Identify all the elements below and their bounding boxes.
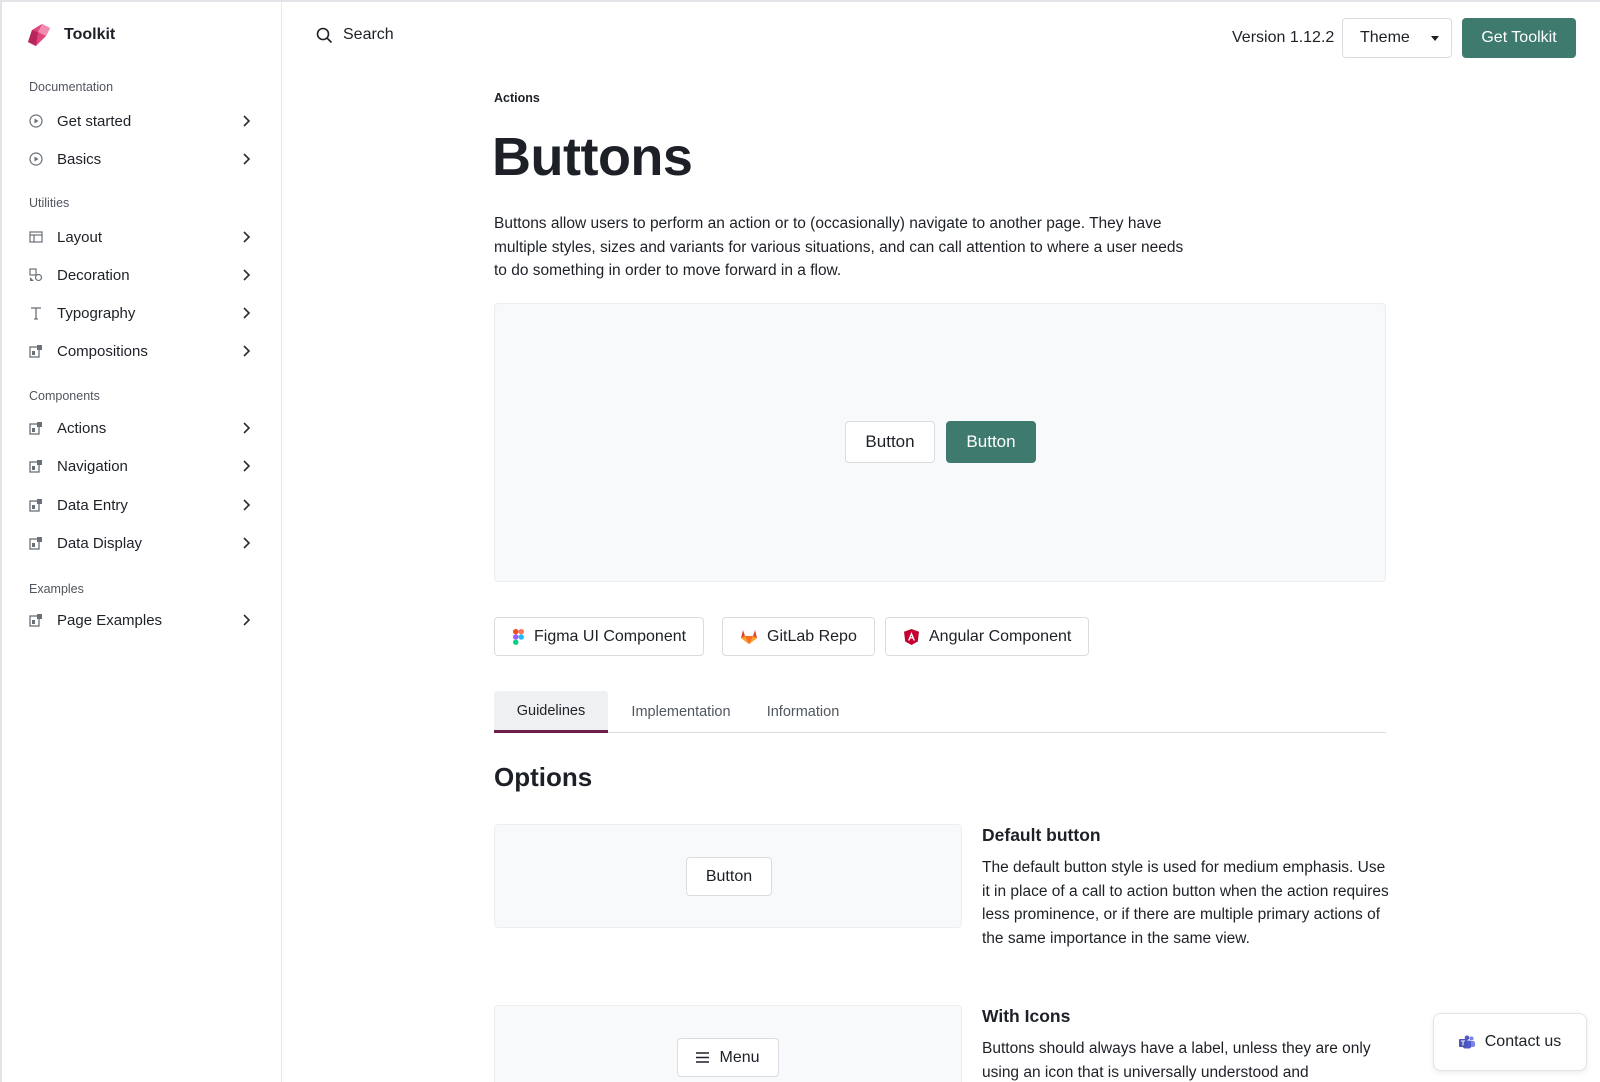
gitlab-link[interactable]: GitLab Repo (722, 617, 875, 656)
sidebar-item-label: Layout (57, 228, 103, 246)
example-menu-button[interactable]: Menu (677, 1038, 779, 1077)
section-title-examples: Examples (29, 582, 84, 596)
sidebar-item-basics[interactable]: Basics (20, 143, 260, 175)
example-default-button[interactable]: Button (686, 857, 772, 896)
section-title-utilities: Utilities (29, 196, 70, 210)
search-trigger[interactable]: Search (316, 26, 394, 44)
tab-information[interactable]: Information (753, 691, 853, 733)
option-title-default: Default button (982, 825, 1101, 845)
gitlab-link-label: GitLab Repo (767, 627, 857, 645)
component-icon (29, 613, 43, 627)
caret-down-icon (1431, 36, 1439, 41)
sidebar-item-label: Data Entry (57, 496, 128, 514)
sidebar-item-label: Compositions (57, 342, 148, 360)
chevron-right-icon (238, 458, 254, 474)
chevron-right-icon (238, 420, 254, 436)
tab-bar: Guidelines Implementation Information (494, 691, 1386, 733)
sidebar-item-label: Actions (57, 419, 107, 437)
layout-icon (29, 230, 43, 244)
chevron-right-icon (238, 497, 254, 513)
chevron-right-icon (238, 267, 254, 283)
options-heading: Options (494, 762, 593, 792)
tab-guidelines[interactable]: Guidelines (494, 691, 608, 733)
section-title-components: Components (29, 389, 100, 403)
component-icon (29, 498, 43, 512)
search-icon (316, 27, 333, 43)
chevron-right-icon (238, 535, 254, 551)
toolkit-logo-icon (28, 24, 50, 46)
brand-name: Toolkit (64, 26, 116, 43)
sidebar-item-compositions[interactable]: Compositions (20, 335, 260, 367)
component-icon (29, 459, 43, 473)
version-label: Version 1.12.2 (1232, 29, 1335, 46)
sidebar-item-get-started[interactable]: Get started (20, 105, 260, 137)
menu-button-label: Menu (719, 1048, 760, 1066)
option-desc-default: The default button style is used for med… (982, 859, 1389, 947)
theme-dropdown[interactable]: Theme (1342, 18, 1452, 58)
sidebar-item-label: Data Display (57, 534, 143, 552)
svg-text:T: T (1461, 1040, 1466, 1047)
contact-us-label: Contact us (1484, 1033, 1562, 1050)
get-toolkit-button[interactable]: Get Toolkit (1462, 18, 1576, 58)
teams-icon: T (1458, 1035, 1475, 1048)
chevron-right-icon (238, 113, 254, 129)
sidebar-item-decoration[interactable]: Decoration (20, 259, 260, 291)
figma-link[interactable]: Figma UI Component (494, 617, 705, 656)
tab-implementation[interactable]: Implementation (619, 691, 743, 733)
chevron-right-icon (238, 229, 254, 245)
chevron-right-icon (238, 612, 254, 628)
angular-link[interactable]: Angular Component (885, 617, 1090, 656)
with-icons-example: Menu (494, 1005, 962, 1082)
breadcrumb-category: Actions (494, 91, 540, 105)
sidebar-item-navigation[interactable]: Navigation (20, 450, 260, 482)
demo-primary-button[interactable]: Button (946, 421, 1036, 463)
brand[interactable]: Toolkit (28, 24, 115, 46)
option-title-icons: With Icons (982, 1006, 1071, 1026)
sidebar-item-label: Decoration (57, 266, 130, 284)
chevron-right-icon (238, 151, 254, 167)
sidebar-item-layout[interactable]: Layout (20, 221, 260, 253)
play-circle-icon (29, 152, 43, 166)
component-icon (29, 421, 43, 435)
decoration-icon (29, 268, 43, 282)
gitlab-icon (741, 630, 757, 644)
menu-icon (696, 1052, 710, 1063)
default-button-example: Button (494, 824, 962, 928)
component-icon (29, 536, 43, 550)
sidebar-item-data-entry[interactable]: Data Entry (20, 489, 260, 521)
sidebar-item-label: Typography (57, 304, 136, 322)
chevron-right-icon (238, 305, 254, 321)
play-circle-icon (29, 114, 43, 128)
contact-us-button[interactable]: T Contact us (1433, 1013, 1587, 1071)
sidebar-item-label: Get started (57, 112, 132, 130)
sidebar-item-data-display[interactable]: Data Display (20, 527, 260, 559)
component-icon (29, 344, 43, 358)
page-title: Buttons (492, 127, 693, 187)
sidebar-item-label: Page Examples (57, 611, 163, 629)
demo-default-button[interactable]: Button (845, 421, 935, 463)
option-desc-icons: Buttons should always have a label, unle… (982, 1040, 1371, 1081)
angular-link-label: Angular Component (929, 627, 1072, 645)
search-label: Search (343, 26, 394, 43)
page-intro: Buttons allow users to perform an action… (494, 215, 1184, 279)
figma-link-label: Figma UI Component (534, 627, 687, 645)
typography-icon (29, 306, 43, 320)
sidebar-item-page-examples[interactable]: Page Examples (20, 604, 260, 636)
chevron-right-icon (238, 343, 254, 359)
theme-label: Theme (1360, 29, 1410, 46)
top-header: Search Version 1.12.2 Theme Get Toolkit (282, 2, 1600, 72)
section-title-documentation: Documentation (29, 80, 114, 94)
angular-icon (904, 628, 919, 645)
figma-icon (513, 628, 524, 645)
sidebar-item-actions[interactable]: Actions (20, 412, 260, 444)
sidebar-item-label: Basics (57, 150, 102, 168)
demo-preview: Button Button (494, 303, 1386, 582)
sidebar-item-label: Navigation (57, 457, 128, 475)
sidebar: Toolkit Documentation Get started Basics… (2, 2, 282, 1082)
sidebar-item-typography[interactable]: Typography (20, 297, 260, 329)
